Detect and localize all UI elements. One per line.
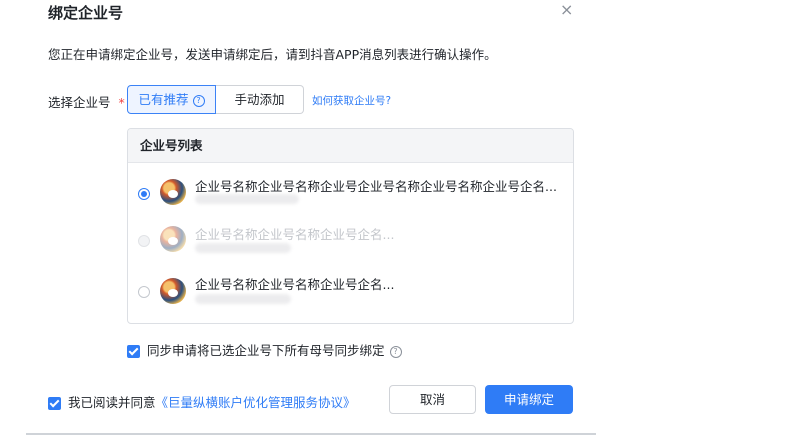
enterprise-name: 企业号名称企业号名称企业号企业号名称企业号名称企业号企名... [195, 179, 557, 194]
tab-recommended[interactable]: 已有推荐? [127, 85, 216, 114]
redacted-info [195, 243, 291, 253]
enterprise-avatar [160, 179, 186, 205]
enterprise-name: 企业号名称企业号名称企业号企名... [195, 227, 395, 242]
enterprise-list-panel: 企业号列表 企业号名称企业号名称企业号企业号名称企业号名称企业号企名... 企业… [127, 128, 574, 324]
select-enterprise-label: 选择企业号 * [48, 92, 125, 111]
sync-parent-accounts-option[interactable]: 同步申请将已选企业号下所有母号同步绑定? [127, 340, 402, 359]
close-icon[interactable]: × [560, 2, 573, 18]
list-item[interactable]: 企业号名称企业号名称企业号企名... [128, 269, 573, 319]
how-to-get-link[interactable]: 如何获取企业号? [312, 93, 391, 108]
agreement-option: 我已阅读并同意《巨量纵横账户优化管理服务协议》 [48, 392, 356, 411]
enterprise-list-header: 企业号列表 [128, 129, 573, 163]
apply-bind-button[interactable]: 申请绑定 [485, 385, 573, 414]
enterprise-avatar [160, 278, 186, 304]
radio-selected[interactable] [138, 188, 150, 200]
bind-enterprise-dialog: 绑定企业号 × 您正在申请绑定企业号，发送申请绑定后，请到抖音APP消息列表进行… [26, 0, 596, 437]
help-icon[interactable]: ? [389, 345, 402, 358]
tab-manual-add[interactable]: 手动添加 [216, 85, 304, 114]
agreement-link[interactable]: 《巨量纵横账户优化管理服务协议》 [156, 395, 356, 410]
dialog-bottom-border [26, 433, 596, 435]
sync-checkbox[interactable] [127, 345, 140, 358]
cancel-button[interactable]: 取消 [389, 385, 476, 414]
select-enterprise-label-text: 选择企业号 [48, 95, 111, 110]
list-item: 企业号名称企业号名称企业号企名... [128, 219, 573, 269]
redacted-info [195, 194, 299, 204]
dialog-title: 绑定企业号 [48, 4, 124, 22]
dialog-description: 您正在申请绑定企业号，发送申请绑定后，请到抖音APP消息列表进行确认操作。 [48, 47, 497, 62]
enterprise-avatar [160, 226, 186, 252]
radio-unselected[interactable] [138, 286, 150, 298]
required-mark: * [118, 95, 125, 110]
tab-recommended-label: 已有推荐 [138, 92, 189, 107]
list-item[interactable]: 企业号名称企业号名称企业号企业号名称企业号名称企业号企名... [128, 169, 573, 219]
agreement-prefix: 我已阅读并同意 [68, 395, 156, 410]
help-icon[interactable]: ? [192, 94, 205, 107]
radio-disabled [138, 235, 150, 247]
agreement-checkbox[interactable] [48, 397, 61, 410]
enterprise-name: 企业号名称企业号名称企业号企名... [195, 277, 395, 292]
sync-label: 同步申请将已选企业号下所有母号同步绑定 [147, 343, 385, 358]
redacted-info [195, 294, 291, 304]
source-tabs: 已有推荐? 手动添加 [127, 85, 304, 114]
